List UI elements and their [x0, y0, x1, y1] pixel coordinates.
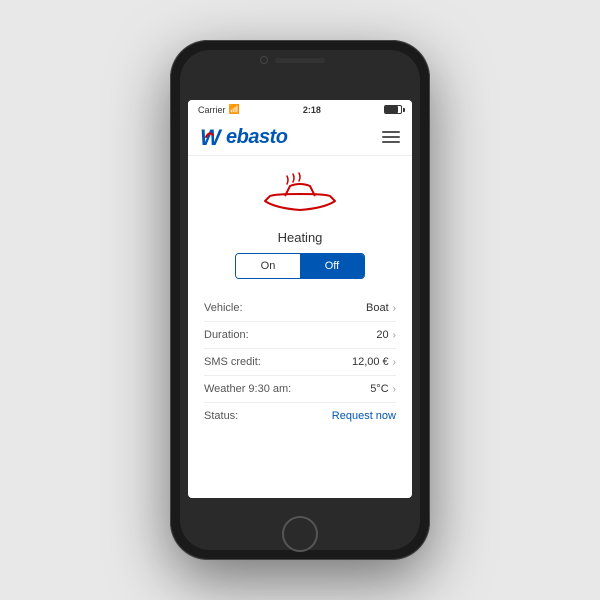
hamburger-menu[interactable]	[382, 131, 400, 143]
on-off-toggle[interactable]: On Off	[235, 253, 365, 279]
status-right	[384, 105, 402, 114]
status-bar: Carrier 📶 2:18	[188, 100, 412, 119]
status-label: Status:	[204, 410, 238, 422]
duration-chevron: ›	[393, 330, 396, 341]
battery-icon	[384, 105, 402, 114]
sms-credit-chevron: ›	[393, 357, 396, 368]
heating-title: Heating	[278, 230, 323, 245]
phone-frame: Carrier 📶 2:18 W eba	[170, 40, 430, 560]
toggle-on-button[interactable]: On	[236, 254, 300, 278]
vehicle-chevron: ›	[393, 303, 396, 314]
vehicle-value: Boat	[366, 302, 389, 314]
boat-icon	[255, 166, 345, 226]
hamburger-line-2	[382, 136, 400, 138]
info-list: Vehicle: Boat › Duration: 20 ›	[204, 295, 396, 429]
sms-credit-value-wrap: 12,00 € ›	[352, 356, 396, 368]
hamburger-line-1	[382, 131, 400, 133]
sms-credit-label: SMS credit:	[204, 356, 261, 368]
sms-credit-row[interactable]: SMS credit: 12,00 € ›	[204, 349, 396, 376]
weather-value-wrap: 5°C ›	[370, 383, 396, 395]
battery-fill	[385, 106, 398, 113]
toggle-off-button[interactable]: Off	[300, 254, 364, 278]
vehicle-value-wrap: Boat ›	[366, 302, 396, 314]
hamburger-line-3	[382, 141, 400, 143]
vehicle-label: Vehicle:	[204, 302, 243, 314]
logo-w-svg: W	[200, 125, 226, 149]
phone-inner: Carrier 📶 2:18 W eba	[180, 50, 420, 550]
weather-value: 5°C	[370, 383, 388, 395]
weather-row[interactable]: Weather 9:30 am: 5°C ›	[204, 376, 396, 403]
main-content: Heating On Off Vehicle: Boat ›	[188, 156, 412, 498]
webasto-logo: W ebasto	[200, 125, 287, 149]
camera	[260, 56, 268, 64]
carrier-text: Carrier	[198, 105, 226, 115]
status-value-link[interactable]: Request now	[332, 410, 396, 422]
logo-text: ebasto	[226, 126, 287, 149]
heating-section: Heating On Off	[204, 166, 396, 283]
duration-label: Duration:	[204, 329, 249, 341]
wifi-icon: 📶	[229, 104, 240, 115]
weather-label: Weather 9:30 am:	[204, 383, 291, 395]
boat-svg	[255, 166, 345, 221]
app-header: W ebasto	[188, 119, 412, 156]
svg-text:W: W	[200, 125, 223, 149]
vehicle-row[interactable]: Vehicle: Boat ›	[204, 295, 396, 322]
status-time: 2:18	[303, 105, 321, 115]
duration-value-wrap: 20 ›	[376, 329, 396, 341]
sms-credit-value: 12,00 €	[352, 356, 389, 368]
status-row[interactable]: Status: Request now	[204, 403, 396, 429]
speaker	[275, 58, 325, 63]
weather-chevron: ›	[393, 384, 396, 395]
screen: Carrier 📶 2:18 W eba	[188, 100, 412, 498]
status-left: Carrier 📶	[198, 104, 240, 115]
status-value-wrap: Request now	[332, 410, 396, 422]
home-button[interactable]	[282, 516, 318, 552]
duration-value: 20	[376, 329, 388, 341]
duration-row[interactable]: Duration: 20 ›	[204, 322, 396, 349]
